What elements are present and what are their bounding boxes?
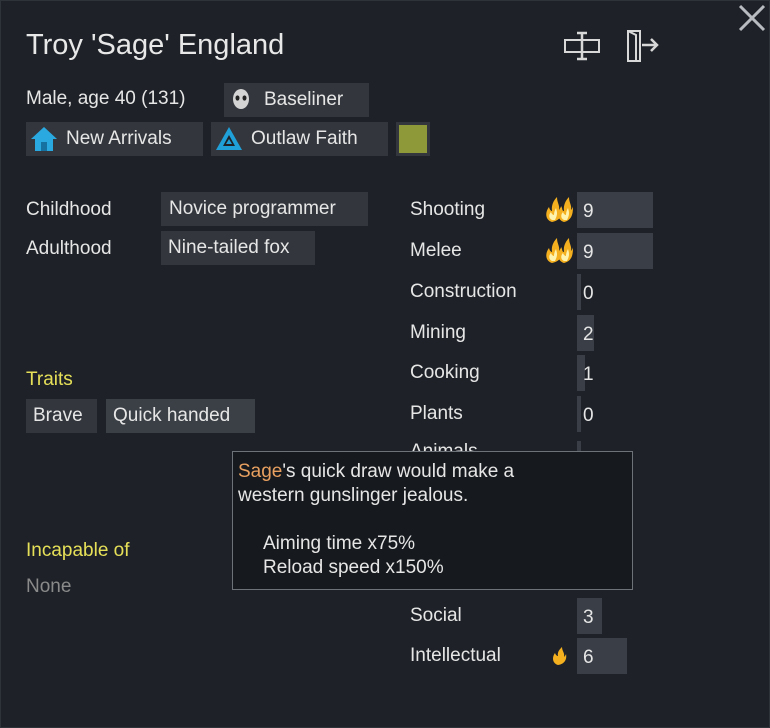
- skill-name: Shooting: [410, 199, 486, 220]
- incapable-value: None: [26, 576, 72, 597]
- close-button[interactable]: [735, 1, 769, 35]
- favorite-color-swatch[interactable]: [396, 122, 430, 156]
- major-passion-indicator: [543, 235, 573, 270]
- pawn-name-title: Troy 'Sage' England: [26, 29, 285, 61]
- traits-heading: Traits: [26, 369, 73, 390]
- minor-passion-flame-icon: [553, 647, 567, 665]
- skill-name-animals-partial: Animals: [410, 441, 478, 451]
- skill-level-value: 3: [583, 607, 594, 628]
- skill-name: Plants: [410, 403, 463, 424]
- incapable-heading: Incapable of: [26, 540, 130, 561]
- trait-chip[interactable]: Brave: [26, 399, 97, 433]
- trait-label: Quick handed: [113, 405, 231, 426]
- skill-name: Construction: [410, 281, 517, 302]
- skill-level-value: 6: [583, 647, 594, 668]
- major-passion-indicator: [543, 194, 573, 229]
- rename-button[interactable]: [564, 29, 600, 63]
- skill-name: Social: [410, 605, 462, 626]
- tooltip-stat-reload: Reload speed x150%: [263, 557, 444, 578]
- close-icon: [738, 4, 766, 32]
- trait-tooltip: Sage's quick draw would make a western g…: [232, 451, 633, 590]
- ideology-label: Outlaw Faith: [251, 128, 358, 149]
- skill-level-value: 1: [583, 364, 594, 385]
- trait-chip[interactable]: Quick handed: [106, 399, 255, 433]
- triangle-ideo-icon: [216, 127, 242, 150]
- ideology-chip[interactable]: Outlaw Faith: [211, 122, 388, 156]
- rename-icon: [564, 31, 600, 61]
- skill-level-value: 0: [583, 405, 594, 426]
- minor-passion-indicator: [551, 646, 567, 671]
- tooltip-line1: Sage's quick draw would make a: [238, 460, 632, 484]
- tooltip-pawn-name: Sage: [238, 461, 283, 482]
- adulthood-chip[interactable]: Nine-tailed fox: [161, 231, 315, 265]
- major-passion-flame-icon: [546, 238, 573, 263]
- childhood-label: Childhood: [26, 199, 112, 220]
- skill-name: Melee: [410, 240, 462, 261]
- xenotype-label: Baseliner: [264, 89, 344, 110]
- skill-bar-animals-partial: [577, 441, 581, 451]
- xenotype-chip[interactable]: Baseliner: [224, 83, 369, 117]
- skill-level-value: 2: [583, 324, 594, 345]
- skill-level-bar: [577, 274, 581, 310]
- childhood-chip[interactable]: Novice programmer: [161, 192, 368, 226]
- pawn-summary: Male, age 40 (131): [26, 88, 186, 109]
- character-card-panel: Troy 'Sage' England Male, age 40 (131) B…: [0, 0, 770, 728]
- skill-name: Intellectual: [410, 645, 501, 666]
- skill-level-value: 9: [583, 201, 594, 222]
- skull-face-icon: [233, 89, 249, 109]
- skill-name: Cooking: [410, 362, 480, 383]
- skill-level-bar: [577, 396, 581, 432]
- tooltip-text: 's quick draw would make a: [282, 461, 515, 482]
- faction-chip[interactable]: New Arrivals: [26, 122, 203, 156]
- childhood-value: Novice programmer: [169, 198, 336, 219]
- tooltip-line2: western gunslinger jealous.: [238, 485, 469, 506]
- skill-level-value: 0: [583, 283, 594, 304]
- adulthood-label: Adulthood: [26, 238, 112, 259]
- major-passion-flame-icon: [546, 197, 573, 222]
- adulthood-value: Nine-tailed fox: [168, 237, 290, 258]
- faction-label: New Arrivals: [66, 128, 172, 149]
- house-icon: [31, 127, 57, 151]
- skill-level-value: 9: [583, 242, 594, 263]
- tooltip-stat-aiming: Aiming time x75%: [263, 533, 416, 554]
- banish-button[interactable]: [625, 29, 661, 63]
- trait-label: Brave: [33, 405, 83, 426]
- skill-name: Mining: [410, 322, 466, 343]
- exit-door-icon: [627, 30, 659, 62]
